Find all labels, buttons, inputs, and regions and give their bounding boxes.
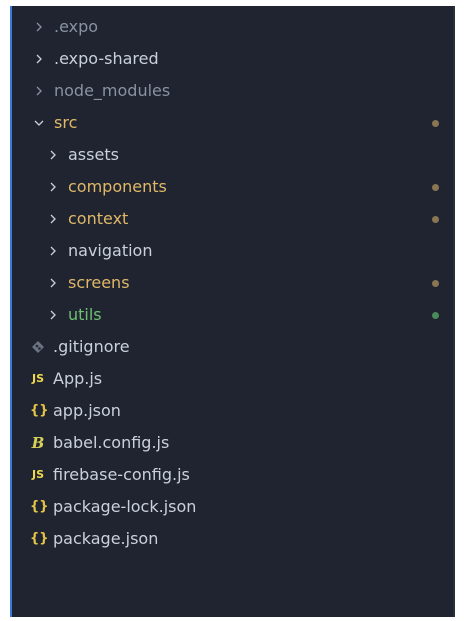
chevron-right-icon xyxy=(32,52,46,66)
js-file-icon: JS xyxy=(31,372,44,385)
json-file-icon: {} xyxy=(30,499,49,514)
tree-item-label: App.js xyxy=(53,369,103,388)
js-file-icon: JS xyxy=(31,468,44,481)
tree-item-label: assets xyxy=(68,145,119,164)
tree-item-label: node_modules xyxy=(54,81,171,100)
tree-file-gitignore[interactable]: .gitignore xyxy=(12,332,453,362)
chevron-down-icon xyxy=(32,116,46,130)
tree-file-app-js[interactable]: JS App.js xyxy=(12,364,453,394)
tree-file-package-lock[interactable]: {} package-lock.json xyxy=(12,492,453,522)
tree-item-label: .expo-shared xyxy=(54,49,159,68)
chevron-right-icon xyxy=(46,148,60,162)
tree-item-label: utils xyxy=(68,305,102,324)
tree-folder-node-modules[interactable]: node_modules xyxy=(12,76,453,106)
modified-indicator-dot xyxy=(432,183,439,191)
file-explorer-panel: .expo .expo-shared node_modules src asse… xyxy=(10,6,455,617)
tree-item-label: context xyxy=(68,209,129,228)
tree-folder-screens[interactable]: screens xyxy=(12,268,453,298)
chevron-right-icon xyxy=(46,180,60,194)
tree-item-label: .expo xyxy=(54,17,99,36)
tree-folder-expo-shared[interactable]: .expo-shared xyxy=(12,44,453,74)
modified-indicator-dot xyxy=(432,119,439,127)
tree-item-label: components xyxy=(68,177,167,196)
chevron-right-icon xyxy=(46,276,60,290)
tree-folder-utils[interactable]: utils xyxy=(12,300,453,330)
tree-folder-context[interactable]: context xyxy=(12,204,453,234)
tree-folder-navigation[interactable]: navigation xyxy=(12,236,453,266)
git-diamond-icon xyxy=(30,339,46,355)
chevron-right-icon xyxy=(46,212,60,226)
tree-item-label: screens xyxy=(68,273,130,292)
chevron-right-icon xyxy=(46,308,60,322)
chevron-right-icon xyxy=(32,20,46,34)
tree-item-label: .gitignore xyxy=(53,337,130,356)
tree-folder-components[interactable]: components xyxy=(12,172,453,202)
tree-folder-assets[interactable]: assets xyxy=(12,140,453,170)
tree-item-label: src xyxy=(54,113,78,132)
untracked-indicator-dot xyxy=(432,311,439,319)
modified-indicator-dot xyxy=(432,279,439,287)
tree-file-package-json[interactable]: {} package.json xyxy=(12,524,453,554)
babel-file-icon: B xyxy=(31,434,45,452)
json-file-icon: {} xyxy=(30,403,49,418)
tree-item-label: navigation xyxy=(68,241,153,260)
tree-item-label: app.json xyxy=(53,401,121,420)
tree-file-app-json[interactable]: {} app.json xyxy=(12,396,453,426)
tree-item-label: package.json xyxy=(53,529,159,548)
tree-folder-src[interactable]: src xyxy=(12,108,453,138)
chevron-right-icon xyxy=(46,244,60,258)
tree-item-label: babel.config.js xyxy=(53,433,170,452)
tree-item-label: firebase-config.js xyxy=(53,465,190,484)
tree-file-firebase-config[interactable]: JS firebase-config.js xyxy=(12,460,453,490)
tree-folder-expo[interactable]: .expo xyxy=(12,12,453,42)
json-file-icon: {} xyxy=(30,531,49,546)
chevron-right-icon xyxy=(32,84,46,98)
modified-indicator-dot xyxy=(432,215,439,223)
tree-file-babel-config[interactable]: B babel.config.js xyxy=(12,428,453,458)
tree-item-label: package-lock.json xyxy=(53,497,197,516)
